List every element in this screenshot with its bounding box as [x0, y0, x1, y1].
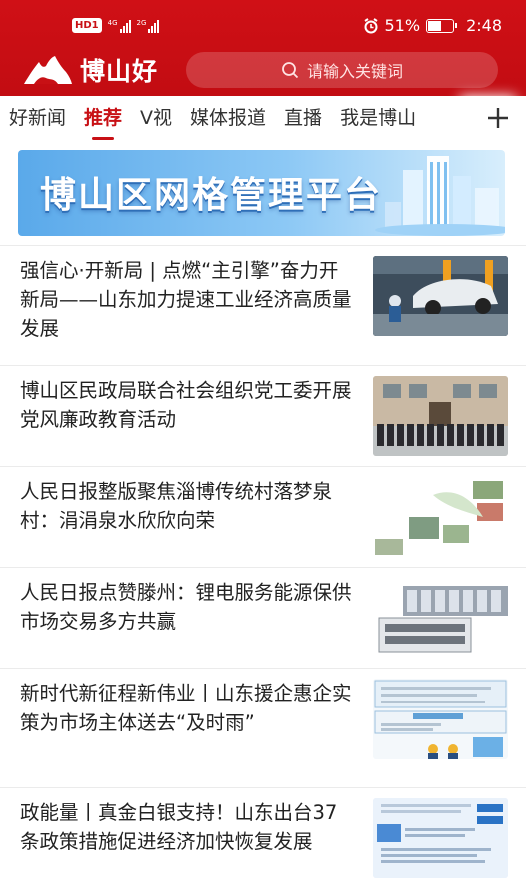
news-title: 强信心·开新局 | 点燃“主引擎”奋力开新局——山东加力提速工业经济高质量发展 — [20, 259, 352, 340]
search-bar[interactable]: 请输入关键词 — [186, 52, 498, 88]
tab-v-video[interactable]: V视 — [131, 98, 181, 138]
tab-recommend[interactable]: 推荐 — [75, 98, 131, 140]
hd-badge: HD1 — [72, 18, 102, 33]
news-title: 人民日报整版聚焦淄博传统村落梦泉村：涓涓泉水欣欣向荣 — [20, 480, 333, 532]
app-header: HD1 4G 2G 51% 2:48 博山好 请输入关键词 — [0, 0, 526, 96]
app-name: 博山好 — [80, 57, 159, 86]
news-thumbnail — [373, 376, 508, 456]
status-right: 51% 2:48 — [363, 16, 502, 35]
news-title: 人民日报点赞滕州：锂电服务能源保供市场交易多方共赢 — [20, 581, 352, 633]
news-item[interactable]: 新时代新征程新伟业丨山东援企惠企实策为市场主体送去“及时雨” — [0, 668, 526, 787]
tab-live[interactable]: 直播 — [275, 98, 331, 138]
alarm-icon — [363, 17, 378, 33]
car-factory-icon — [373, 256, 508, 336]
banner-title: 博山区网格管理平台 — [40, 175, 383, 216]
group-photo-icon — [373, 376, 508, 456]
mountain-logo-icon — [24, 56, 72, 84]
search-placeholder: 请输入关键词 — [306, 62, 403, 81]
battery-equipment-icon — [373, 578, 508, 658]
news-item[interactable]: 强信心·开新局 | 点燃“主引擎”奋力开新局——山东加力提速工业经济高质量发展 — [0, 245, 526, 365]
news-thumbnail — [373, 679, 508, 759]
news-thumbnail — [373, 477, 508, 557]
app-logo[interactable]: 博山好 — [22, 52, 158, 88]
signal-icon: 2G — [137, 19, 160, 33]
news-title: 新时代新征程新伟业丨山东援企惠企实策为市场主体送去“及时雨” — [20, 682, 352, 734]
news-thumbnail — [373, 798, 508, 878]
plus-icon — [488, 108, 508, 128]
tab-hao-xinwen[interactable]: 好新闻 — [0, 98, 75, 138]
news-title: 政能量丨真金白银支持！山东出台37条政策措施促进经济加快恢复发展 — [20, 801, 338, 853]
search-icon — [282, 62, 299, 79]
clock: 2:48 — [466, 16, 502, 35]
battery-percent: 51% — [384, 16, 421, 35]
news-thumbnail — [373, 578, 508, 658]
add-channel-button[interactable] — [470, 96, 526, 140]
policy-infographic-icon — [373, 798, 508, 878]
signal-indicators: HD1 4G 2G — [72, 18, 160, 33]
news-item[interactable]: 博山区民政局联合社会组织党工委开展党风廉政教育活动 — [0, 365, 526, 466]
promo-banner[interactable]: 博山区网格管理平台 — [18, 150, 505, 236]
signal-icon: 4G — [108, 19, 131, 33]
status-bar: HD1 4G 2G 51% 2:48 — [0, 14, 526, 40]
news-title: 博山区民政局联合社会组织党工委开展党风廉政教育活动 — [20, 379, 352, 431]
channel-tabs: 好新闻 推荐 V视 媒体报道 直播 我是博山 — [0, 96, 526, 140]
village-photos-icon — [373, 477, 508, 557]
news-item[interactable]: 人民日报点赞滕州：锂电服务能源保供市场交易多方共赢 — [0, 567, 526, 668]
news-thumbnail — [373, 256, 508, 336]
tab-i-am-boshan[interactable]: 我是博山 — [331, 98, 425, 138]
infographic-icon — [373, 679, 508, 759]
tab-media-reports[interactable]: 媒体报道 — [181, 98, 275, 138]
news-item[interactable]: 政能量丨真金白银支持！山东出台37条政策措施促进经济加快恢复发展 — [0, 787, 526, 879]
news-item[interactable]: 人民日报整版聚焦淄博传统村落梦泉村：涓涓泉水欣欣向荣 — [0, 466, 526, 567]
battery-icon — [426, 18, 458, 33]
